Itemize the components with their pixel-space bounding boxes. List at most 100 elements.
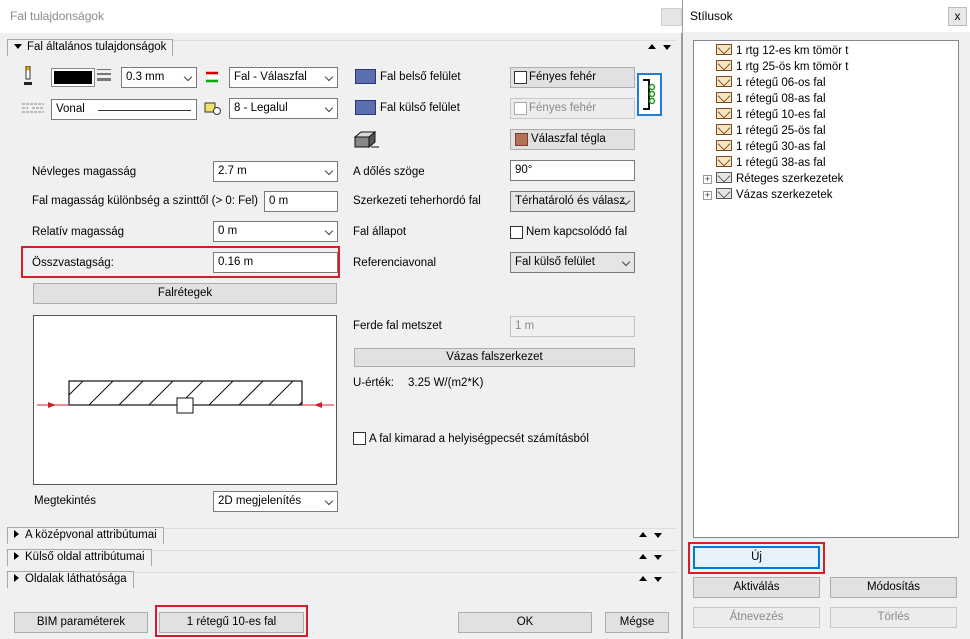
- expand-triangle-icon: [14, 574, 19, 582]
- style-envelope-icon: [716, 156, 732, 167]
- centerline-down-arrow-icon[interactable]: [654, 533, 662, 538]
- total-thickness-field[interactable]: 0.16 m: [213, 252, 338, 273]
- tree-item-style[interactable]: 1 rtg 25-ös km tömör t: [716, 60, 848, 76]
- tree-item-style[interactable]: 1 rétegű 08-as fal: [716, 92, 826, 108]
- outer-surface-button[interactable]: Fényes fehér: [510, 98, 635, 119]
- window-title: Fal tulajdonságok: [10, 9, 105, 23]
- tree-item-style[interactable]: 1 rétegű 30-as fal: [716, 140, 826, 156]
- expand-plus-icon[interactable]: +: [703, 175, 712, 184]
- window-close-button[interactable]: [661, 8, 682, 26]
- structural-label: Szerkezeti teherhordó fal: [353, 195, 481, 207]
- sides-visibility-section-tab[interactable]: Oldalak láthatósága: [7, 571, 134, 588]
- relative-height-select[interactable]: 0 m: [213, 221, 338, 242]
- tree-item-style[interactable]: 1 rtg 12-es km tömör t: [716, 44, 848, 60]
- sides-visibility-up-arrow-icon[interactable]: [639, 576, 647, 581]
- general-section-title: Fal általános tulajdonságok: [27, 41, 167, 53]
- pen-icon[interactable]: [22, 65, 34, 88]
- frame-structure-button[interactable]: Vázas falszerkezet: [354, 348, 635, 367]
- reference-line-label: Referenciavonal: [353, 257, 437, 269]
- structural-select[interactable]: Térhatároló és válasz: [510, 191, 635, 212]
- outer-surface-label: Fal külső felület: [380, 102, 460, 114]
- group-envelope-icon: [716, 188, 732, 199]
- exclude-room-stamp-label: A fal kimarad a helyiségpecsét számításb…: [369, 433, 589, 445]
- inner-surface-icon: [355, 69, 376, 84]
- height-diff-label: Fal magasság különbség a szinttől (> 0: …: [32, 195, 258, 207]
- outer-surface-swatch: [514, 102, 527, 115]
- line-thickness-select[interactable]: 0.3 mm: [121, 67, 197, 88]
- link-surfaces-toggle[interactable]: [637, 73, 662, 116]
- tree-group-frame[interactable]: + Vázas szerkezetek: [703, 188, 833, 204]
- section-up-arrow-icon[interactable]: [648, 44, 656, 49]
- wall-preview: [33, 315, 337, 485]
- delete-button[interactable]: Törlés: [830, 607, 957, 628]
- outer-side-up-arrow-icon[interactable]: [639, 554, 647, 559]
- u-value: 3.25 W/(m2*K): [408, 377, 484, 389]
- oblique-section-label: Ferde fal metszet: [353, 320, 442, 332]
- style-envelope-icon: [716, 60, 732, 71]
- centerline-up-arrow-icon[interactable]: [639, 532, 647, 537]
- material-button[interactable]: Válaszfal tégla: [510, 129, 635, 150]
- height-diff-input[interactable]: 0 m: [264, 191, 338, 212]
- style-envelope-icon: [716, 76, 732, 87]
- outer-surface-icon: [355, 100, 376, 115]
- nominal-height-label: Névleges magasság: [32, 166, 137, 178]
- preview-mode-select[interactable]: 2D megjelenítés: [213, 491, 338, 512]
- cancel-button[interactable]: Mégse: [605, 612, 669, 633]
- relative-height-label: Relatív magasság: [32, 226, 125, 238]
- state-label: Fal állapot: [353, 226, 407, 238]
- reference-line-select[interactable]: Fal külső felület: [510, 252, 635, 273]
- style-envelope-icon: [716, 140, 732, 151]
- centerline-section-tab[interactable]: A középvonal attribútumai: [7, 527, 164, 544]
- tree-item-style[interactable]: 1 rétegű 25-ös fal: [716, 124, 826, 140]
- inner-surface-label: Fal belső felület: [380, 71, 461, 83]
- rename-button[interactable]: Átnevezés: [693, 607, 820, 628]
- nominal-height-select[interactable]: 2.7 m: [213, 161, 338, 182]
- outer-side-section-tab[interactable]: Külső oldal attribútumai: [7, 549, 152, 566]
- sides-visibility-down-arrow-icon[interactable]: [654, 577, 662, 582]
- expand-triangle-icon: [14, 552, 19, 560]
- expand-plus-icon[interactable]: +: [703, 191, 712, 200]
- activate-button[interactable]: Aktiválás: [693, 577, 820, 598]
- line-color-swatch[interactable]: [51, 68, 95, 87]
- not-connected-label: Nem kapcsolódó fal: [526, 226, 627, 238]
- styles-title: Stílusok: [690, 9, 733, 23]
- not-connected-checkbox[interactable]: [510, 226, 523, 239]
- modify-button[interactable]: Módosítás: [830, 577, 957, 598]
- current-style-button[interactable]: 1 rétegű 10-es fal: [159, 612, 304, 633]
- style-envelope-icon: [716, 44, 732, 55]
- wall-layers-button[interactable]: Falrétegek: [33, 283, 337, 304]
- tree-item-style[interactable]: 1 rétegű 06-os fal: [716, 76, 826, 92]
- material-icon: [353, 129, 379, 151]
- group-envelope-icon: [716, 172, 732, 183]
- exclude-room-stamp-checkbox[interactable]: [353, 432, 366, 445]
- style-envelope-icon: [716, 108, 732, 119]
- style-envelope-icon: [716, 124, 732, 135]
- line-type-field[interactable]: Vonal: [51, 99, 197, 120]
- inner-surface-swatch: [514, 71, 527, 84]
- styles-tree[interactable]: 1 rtg 12-es km tömör t 1 rtg 25-ös km tö…: [693, 40, 959, 538]
- expand-triangle-icon: [14, 530, 19, 538]
- collapse-triangle-icon: [14, 44, 22, 49]
- general-section-tab[interactable]: Fal általános tulajdonságok: [7, 39, 174, 56]
- styles-close-button[interactable]: x: [948, 7, 967, 26]
- section-down-arrow-icon[interactable]: [663, 45, 671, 50]
- layer-select[interactable]: 8 - Legalul: [229, 98, 338, 119]
- u-value-label: U-érték:: [353, 377, 394, 389]
- inner-surface-button[interactable]: Fényes fehér: [510, 67, 635, 88]
- layer-icon: [204, 101, 222, 116]
- tilt-input[interactable]: 90°: [510, 160, 635, 181]
- ok-button[interactable]: OK: [458, 612, 592, 633]
- tilt-label: A dőlés szöge: [353, 166, 425, 178]
- bim-parameters-button[interactable]: BIM paraméterek: [14, 612, 148, 633]
- new-style-button[interactable]: Új: [693, 546, 820, 569]
- wall-type-select[interactable]: Fal - Válaszfal: [229, 67, 338, 88]
- total-thickness-label: Összvastagság:: [32, 257, 114, 269]
- tree-item-style[interactable]: 1 rétegű 10-es fal: [716, 108, 826, 124]
- outer-side-down-arrow-icon[interactable]: [654, 555, 662, 560]
- line-thickness-icon: [97, 68, 111, 82]
- oblique-section-input[interactable]: 1 m: [510, 316, 635, 337]
- wall-type-icon: [205, 70, 221, 84]
- tree-item-style[interactable]: 1 rétegű 38-as fal: [716, 156, 826, 172]
- line-type-icon: [22, 102, 44, 114]
- brick-material-icon: [515, 133, 528, 146]
